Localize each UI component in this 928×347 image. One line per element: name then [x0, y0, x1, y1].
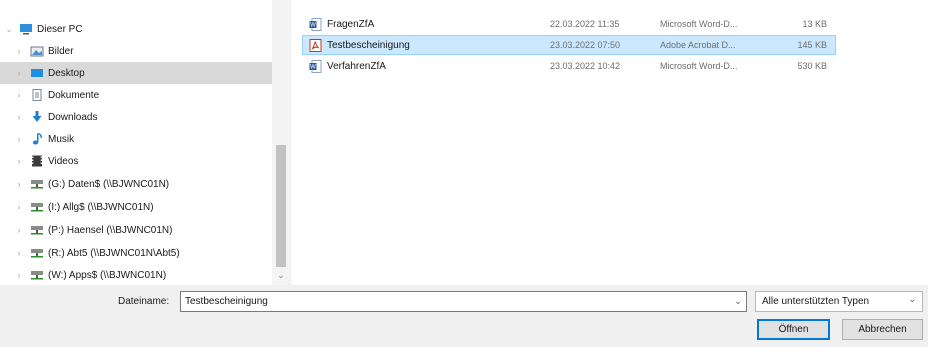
file-date: 22.03.2022 11:35	[550, 19, 620, 29]
nav-item-label: (P:) Haensel (\\BJWNC01N)	[48, 224, 173, 236]
desktop-icon	[30, 67, 44, 79]
open-button[interactable]: Öffnen	[757, 319, 830, 340]
network-drive-icon	[30, 269, 44, 281]
chevron-right-icon[interactable]: ›	[14, 202, 24, 212]
file-size: 145 KB	[797, 40, 827, 50]
chevron-down-icon: ⌄	[908, 294, 916, 304]
nav-item-music[interactable]: › Musik	[0, 128, 272, 150]
nav-item-drive-w[interactable]: › (W:) Apps$ (\\BJWNC01N)	[0, 264, 272, 286]
file-list: W FragenZfA 22.03.2022 11:35 Microsoft W…	[291, 0, 928, 285]
chevron-right-icon[interactable]: ›	[14, 179, 24, 189]
nav-item-label: Bilder	[48, 45, 74, 57]
chevron-right-icon[interactable]: ›	[14, 270, 24, 280]
documents-icon	[30, 89, 44, 101]
file-row[interactable]: W VerfahrenZfA 23.03.2022 10:42 Microsof…	[302, 56, 836, 76]
nav-item-this-pc[interactable]: ⌄ Dieser PC	[0, 18, 272, 40]
file-row[interactable]: W FragenZfA 22.03.2022 11:35 Microsoft W…	[302, 14, 836, 34]
chevron-right-icon[interactable]: ›	[14, 46, 24, 56]
nav-item-label: Desktop	[48, 67, 85, 79]
nav-item-downloads[interactable]: › Downloads	[0, 106, 272, 128]
file-size: 530 KB	[797, 61, 827, 71]
nav-item-drive-r[interactable]: › (R:) Abt5 (\\BJWNC01N\Abt5)	[0, 242, 272, 264]
nav-item-label: (W:) Apps$ (\\BJWNC01N)	[48, 269, 167, 281]
file-type: Microsoft Word-D...	[660, 61, 738, 71]
file-type: Microsoft Word-D...	[660, 19, 738, 29]
filetype-select[interactable]: Alle unterstützten Typen ⌄	[755, 291, 923, 312]
cancel-button[interactable]: Abbrechen	[842, 319, 923, 340]
network-drive-icon	[30, 224, 44, 236]
nav-item-label: (G:) Daten$ (\\BJWNC01N)	[48, 178, 170, 190]
nav-item-label: Dokumente	[48, 89, 100, 101]
nav-item-drive-g[interactable]: › (G:) Daten$ (\\BJWNC01N)	[0, 173, 272, 195]
network-drive-icon	[30, 178, 44, 190]
network-drive-icon	[30, 201, 44, 213]
pictures-icon	[30, 45, 44, 57]
chevron-right-icon[interactable]: ›	[14, 112, 24, 122]
file-name: VerfahrenZfA	[327, 60, 386, 72]
file-size: 13 KB	[802, 19, 827, 29]
navigation-pane: ⌄ Dieser PC › Bilder › Desktop › Dokumen…	[0, 0, 290, 285]
chevron-right-icon[interactable]: ›	[14, 68, 24, 78]
file-name: FragenZfA	[327, 18, 375, 30]
downloads-icon	[30, 111, 44, 123]
dialog-footer: Dateiname: ⌄ Alle unterstützten Typen ⌄ …	[0, 285, 928, 347]
scroll-down-arrow-icon[interactable]: ⌄	[272, 270, 290, 281]
nav-item-label: Downloads	[48, 111, 98, 123]
nav-item-label: Dieser PC	[37, 23, 83, 35]
nav-item-label: (R:) Abt5 (\\BJWNC01N\Abt5)	[48, 247, 180, 259]
svg-text:W: W	[310, 23, 316, 29]
scrollbar-thumb[interactable]	[276, 145, 286, 267]
nav-item-label: Musik	[48, 133, 75, 145]
filename-input[interactable]	[180, 291, 747, 312]
nav-item-drive-p[interactable]: › (P:) Haensel (\\BJWNC01N)	[0, 219, 272, 241]
music-icon	[30, 133, 44, 145]
chevron-right-icon[interactable]: ›	[14, 90, 24, 100]
nav-item-documents[interactable]: › Dokumente	[0, 84, 272, 106]
navigation-scrollbar[interactable]: ⌄	[272, 0, 290, 285]
file-name: Testbescheinigung	[327, 39, 410, 51]
chevron-down-icon[interactable]: ⌄	[4, 24, 14, 35]
filetype-select-value: Alle unterstützten Typen	[762, 296, 870, 307]
nav-item-label: Videos	[48, 155, 79, 167]
chevron-right-icon[interactable]: ›	[14, 156, 24, 166]
nav-item-videos[interactable]: › Videos	[0, 150, 272, 172]
file-date: 23.03.2022 10:42	[550, 61, 621, 71]
nav-item-desktop[interactable]: › Desktop	[0, 62, 272, 84]
videos-icon	[30, 155, 44, 167]
this-pc-icon	[19, 23, 33, 35]
filename-label: Dateiname:	[118, 296, 170, 307]
file-type: Adobe Acrobat D...	[660, 40, 736, 50]
file-date: 23.03.2022 07:50	[550, 40, 621, 50]
network-drive-icon	[30, 247, 44, 259]
pdf-document-icon	[309, 39, 322, 52]
chevron-right-icon[interactable]: ›	[14, 134, 24, 144]
nav-item-label: (I:) Allg$ (\\BJWNC01N)	[48, 201, 154, 213]
nav-item-drive-i[interactable]: › (I:) Allg$ (\\BJWNC01N)	[0, 196, 272, 218]
nav-item-pictures[interactable]: › Bilder	[0, 40, 272, 62]
word-document-icon: W	[309, 60, 322, 73]
svg-text:W: W	[310, 65, 316, 71]
chevron-down-icon[interactable]: ⌄	[731, 293, 745, 310]
word-document-icon: W	[309, 18, 322, 31]
file-row-selected[interactable]: Testbescheinigung 23.03.2022 07:50 Adobe…	[302, 35, 836, 55]
chevron-right-icon[interactable]: ›	[14, 225, 24, 235]
chevron-right-icon[interactable]: ›	[14, 248, 24, 258]
